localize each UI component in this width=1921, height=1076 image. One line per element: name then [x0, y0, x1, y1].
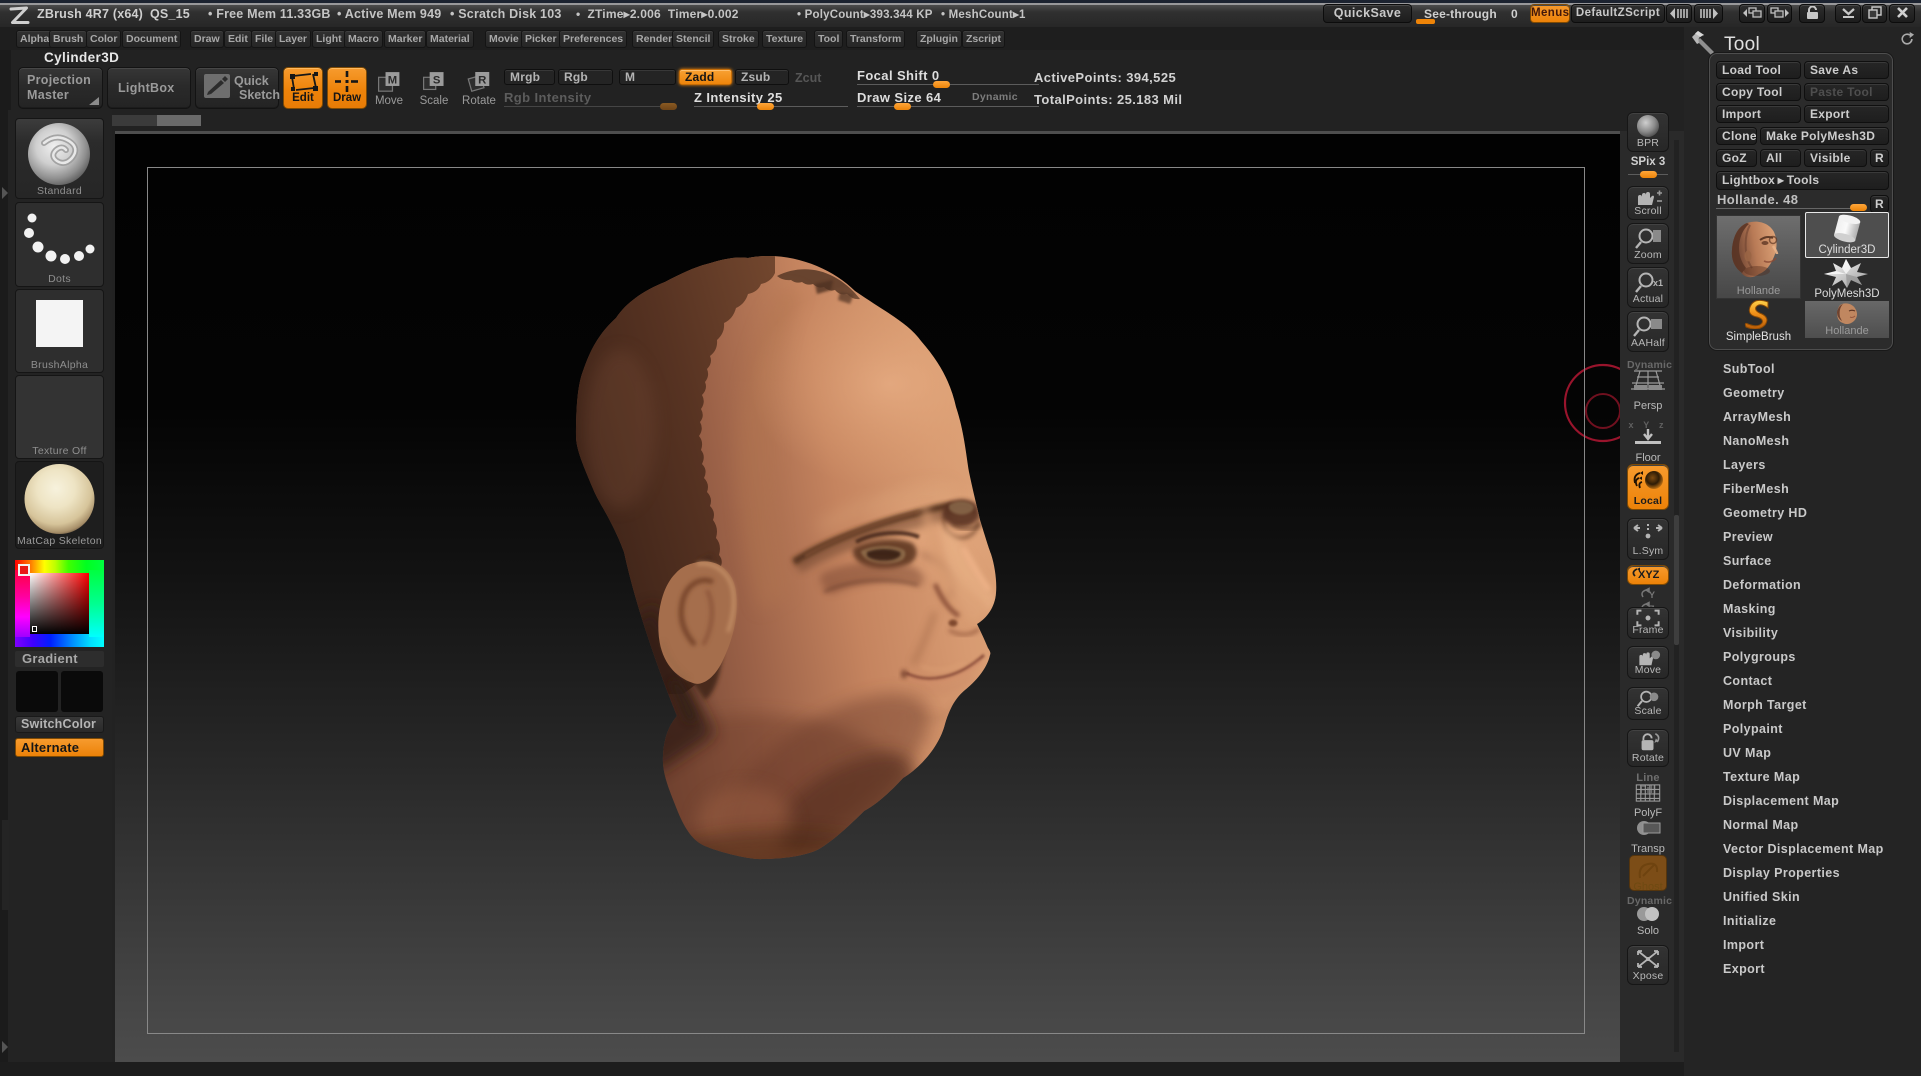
svg-text:x1: x1 — [1653, 278, 1663, 288]
svg-text:S: S — [433, 74, 441, 86]
svg-text:XYZ: XYZ — [1638, 569, 1660, 581]
svg-text:R: R — [478, 74, 486, 86]
svg-text:Y: Y — [1649, 590, 1655, 600]
svg-text:M: M — [388, 74, 397, 86]
